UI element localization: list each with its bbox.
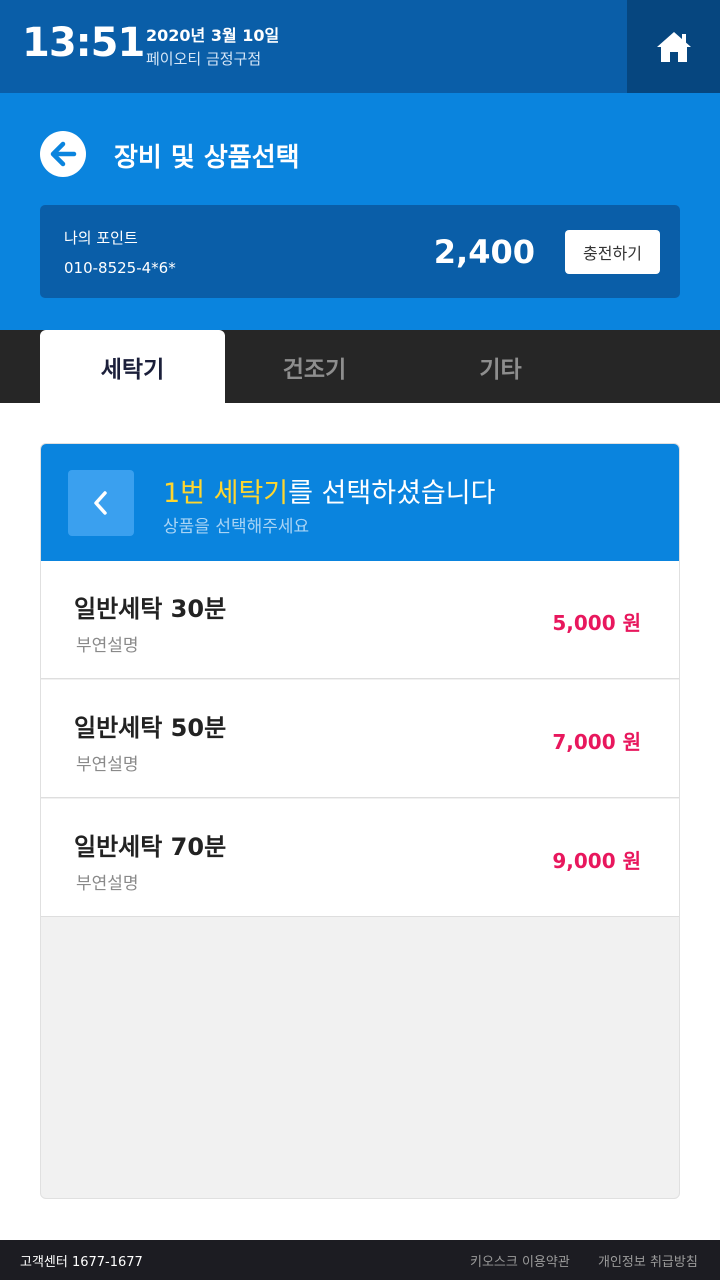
product-panel: 1번 세탁기를 선택하셨습니다 상품을 선택해주세요 일반세탁 30분 부연설명…: [40, 443, 680, 1199]
product-name: 일반세탁 70분: [74, 833, 227, 861]
page-header: 장비 및 상품선택 나의 포인트 010-8525-4*6* 2,400 충전하…: [0, 93, 720, 330]
product-item[interactable]: 일반세탁 30분 부연설명 5,000 원: [41, 561, 679, 679]
selection-title-rest: 를 선택하셨습니다: [288, 478, 496, 509]
product-description: 부연설명: [76, 755, 139, 775]
tab-etc[interactable]: 기타: [408, 330, 593, 403]
phone-number: 010-8525-4*6*: [64, 259, 176, 277]
product-price: 7,000 원: [552, 730, 641, 754]
product-description: 부연설명: [76, 636, 139, 656]
selection-title: 1번 세탁기를 선택하셨습니다: [163, 471, 495, 510]
point-balance: 2,400: [433, 233, 535, 271]
footer: 고객센터 1677-1677 키오스크 이용약관 개인정보 취급방침: [0, 1240, 720, 1280]
tab-washer[interactable]: 세탁기: [40, 330, 225, 403]
arrow-left-icon: [50, 141, 77, 167]
selection-header: 1번 세탁기를 선택하셨습니다 상품을 선택해주세요: [41, 444, 679, 561]
product-item[interactable]: 일반세탁 70분 부연설명 9,000 원: [41, 799, 679, 917]
product-item[interactable]: 일반세탁 50분 부연설명 7,000 원: [41, 680, 679, 798]
home-button[interactable]: [627, 0, 720, 93]
product-name: 일반세탁 30분: [74, 595, 227, 623]
status-bar: 13:51 2020년 3월 10일 페이오티 금정구점: [0, 0, 720, 93]
store-name: 페이오티 금정구점: [146, 50, 262, 68]
charge-button[interactable]: 충전하기: [565, 230, 660, 274]
page-title: 장비 및 상품선택: [114, 143, 300, 173]
selected-machine: 1번 세탁기: [163, 478, 289, 509]
selection-subtitle: 상품을 선택해주세요: [163, 517, 310, 537]
privacy-link[interactable]: 개인정보 취급방침: [598, 1251, 698, 1270]
product-name: 일반세탁 50분: [74, 714, 227, 742]
machine-back-button[interactable]: [68, 470, 134, 536]
date-label: 2020년 3월 10일: [146, 26, 280, 45]
point-label: 나의 포인트: [64, 229, 138, 247]
category-tabs: 세탁기 건조기 기타: [0, 330, 720, 403]
back-button[interactable]: [40, 131, 86, 177]
product-description: 부연설명: [76, 874, 139, 894]
product-price: 9,000 원: [552, 849, 641, 873]
clock: 13:51: [22, 20, 145, 66]
support-contact: 고객센터 1677-1677: [20, 1255, 143, 1270]
home-icon: [656, 31, 691, 62]
tab-dryer[interactable]: 건조기: [222, 330, 407, 403]
point-card: 나의 포인트 010-8525-4*6* 2,400 충전하기: [40, 205, 680, 298]
product-price: 5,000 원: [552, 611, 641, 635]
chevron-left-icon: [94, 491, 107, 515]
terms-link[interactable]: 키오스크 이용약관: [470, 1251, 570, 1270]
